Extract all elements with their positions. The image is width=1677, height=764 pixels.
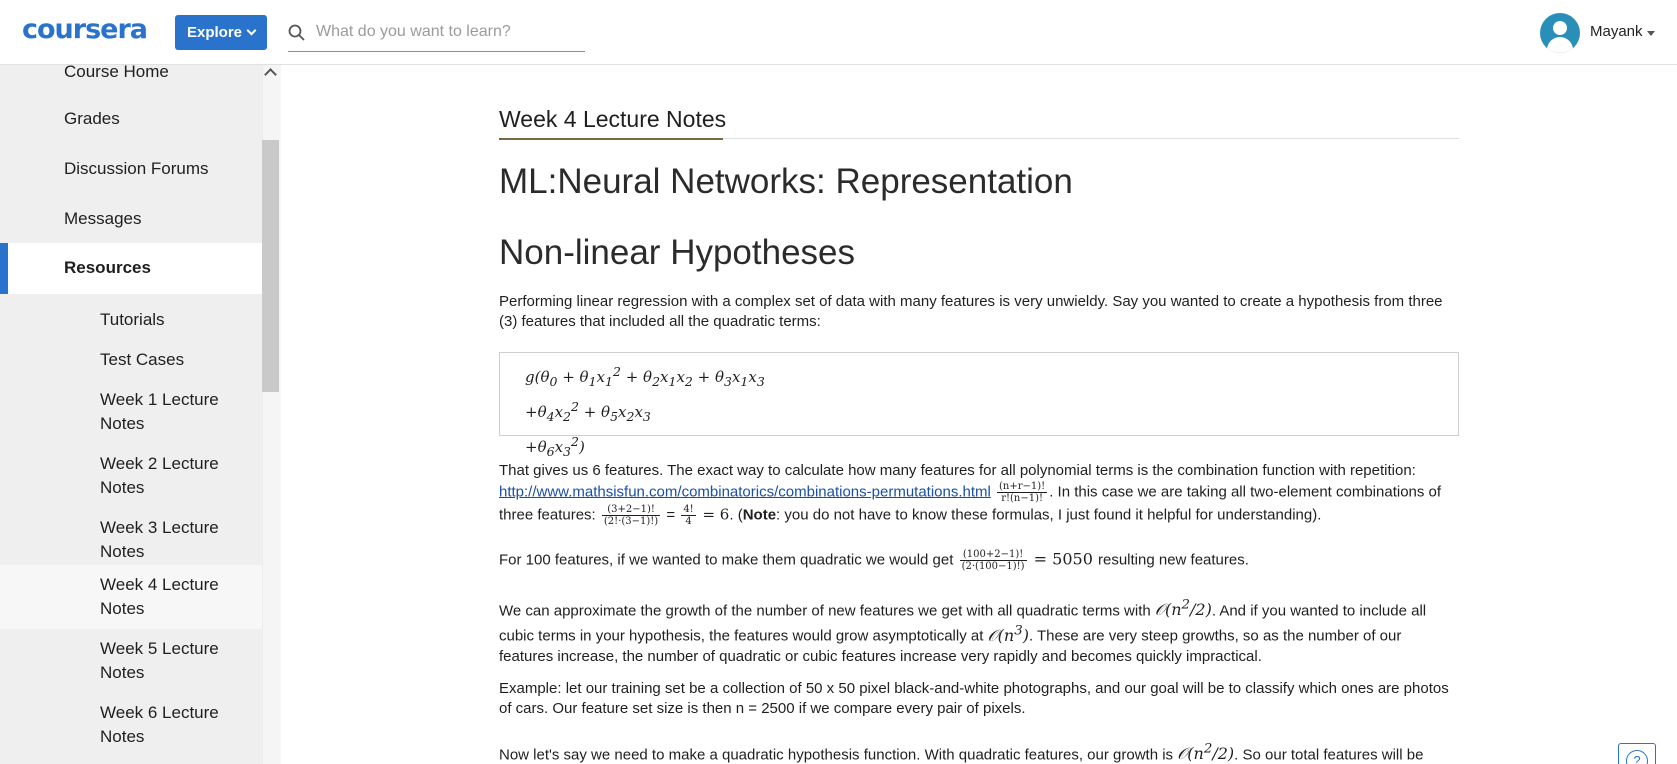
combination-example: (3+2−1)! (2!·(3−1)!) (601, 504, 661, 527)
paragraph-features: That gives us 6 features. The exact way … (499, 462, 1442, 527)
search-icon (288, 24, 305, 41)
explore-label: Explore (186, 24, 243, 41)
sidebar-subitem-test-cases[interactable]: Test Cases (0, 341, 262, 381)
help-icon: ? (1626, 750, 1648, 764)
sidebar-item-discussion-forums[interactable]: Discussion Forums (0, 149, 262, 199)
top-navbar: coursera Explore Mayank (0, 0, 1677, 65)
search-bar (288, 16, 585, 52)
combination-formula: (n+r−1)! r!(n−1)! (997, 481, 1048, 504)
sidebar-item-label: Messages (64, 209, 142, 228)
sidebar-subitem-label: Tutorials (100, 310, 165, 329)
sidebar-subitem-label: Week 2 Lecture Notes (100, 454, 219, 497)
sidebar-subitem-week-3[interactable]: Week 3 Lecture Notes (0, 508, 262, 572)
subsection-heading: Non-linear Hypotheses (499, 233, 856, 272)
help-button[interactable]: ? (1618, 743, 1656, 764)
sidebar-item-label: Resources (64, 258, 151, 277)
section-heading: ML:Neural Networks: Representation (499, 162, 1073, 201)
sidebar-item-label: Course Home (64, 65, 169, 81)
sidebar-subitem-tutorials[interactable]: Tutorials (0, 301, 262, 341)
sidebar-subitem-week-5[interactable]: Week 5 Lecture Notes (0, 629, 262, 693)
sidebar-item-course-home[interactable]: Course Home (0, 65, 262, 99)
sidebar-item-grades[interactable]: Grades (0, 99, 262, 149)
sidebar-subitem-label: Week 4 Lecture Notes (100, 575, 219, 618)
username[interactable]: Mayank (1590, 23, 1643, 40)
title-underline (499, 138, 723, 140)
sidebar-subitem-week-4[interactable]: Week 4 Lecture Notes (0, 565, 262, 629)
caret-down-icon[interactable] (1647, 31, 1655, 36)
coursera-logo[interactable]: coursera (22, 14, 148, 45)
course-sidebar: Course Home Grades Discussion Forums Mes… (0, 65, 262, 764)
avatar[interactable] (1540, 13, 1580, 53)
sidebar-item-messages[interactable]: Messages (0, 199, 262, 249)
sidebar-subitem-week-6[interactable]: Week 6 Lecture Notes (0, 693, 262, 757)
paragraph-growth: We can approximate the growth of the num… (499, 598, 1427, 665)
sidebar-subitem-label: Test Cases (100, 350, 185, 369)
sidebar-scrollbar-thumb[interactable] (262, 140, 279, 392)
sidebar-item-label: Discussion Forums (64, 159, 209, 178)
sidebar-subitem-label: Week 6 Lecture Notes (100, 703, 219, 746)
sidebar-subitem-label: Week 1 Lecture Notes (100, 390, 219, 433)
chevron-down-icon (246, 25, 257, 36)
paragraph-intro: Performing linear regression with a comp… (499, 293, 1443, 330)
sidebar-subitem-label: Week 3 Lecture Notes (100, 518, 219, 561)
combinations-link[interactable]: http://www.mathsisfun.com/combinatorics/… (499, 483, 991, 500)
user-icon (1553, 21, 1567, 35)
sidebar-item-label: Grades (64, 109, 120, 128)
page-title: Week 4 Lecture Notes (499, 106, 727, 132)
search-input[interactable] (316, 19, 581, 45)
active-indicator (0, 243, 8, 294)
sidebar-subitem-label: Week 5 Lecture Notes (100, 639, 219, 682)
paragraph-100-features: For 100 features, if we wanted to make t… (499, 549, 1249, 572)
paragraph-example: Example: let our training set be a colle… (499, 680, 1449, 717)
paragraph-quadratic: Now let's say we need to make a quadrati… (499, 742, 1424, 764)
sidebar-subitem-week-2[interactable]: Week 2 Lecture Notes (0, 444, 262, 508)
explore-button[interactable]: Explore (175, 15, 267, 50)
hypothesis-equation: g(θ0 + θ1x12 + θ2x1x2 + θ3x1x3 +θ4x22 + … (499, 352, 1459, 459)
sidebar-item-resources[interactable]: Resources (0, 243, 262, 294)
sidebar-subitem-week-1[interactable]: Week 1 Lecture Notes (0, 380, 262, 444)
